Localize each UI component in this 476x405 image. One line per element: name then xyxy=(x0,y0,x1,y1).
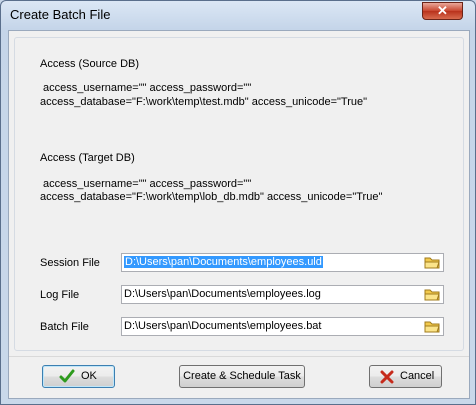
title-bar[interactable]: Create Batch File ✕ xyxy=(1,1,475,29)
source-db-heading: Access (Source DB) xyxy=(40,58,140,70)
session-file-value: D:\Users\pan\Documents\employees.uld xyxy=(124,256,323,268)
button-separator xyxy=(9,356,469,357)
close-icon: ✕ xyxy=(437,3,448,18)
source-db-credentials: access_username="" access_password="" xyxy=(43,82,252,94)
dialog-window: Create Batch File ✕ Access (Source DB) a… xyxy=(0,0,476,405)
dialog-body: Access (Source DB) access_username="" ac… xyxy=(8,30,470,399)
log-file-input[interactable]: D:\Users\pan\Documents\employees.log xyxy=(121,285,444,304)
log-file-value: D:\Users\pan\Documents\employees.log xyxy=(124,288,321,300)
source-db-connection: access_database="F:\work\temp\test.mdb" … xyxy=(40,96,368,108)
ok-button-label: OK xyxy=(81,370,97,382)
close-button[interactable]: ✕ xyxy=(422,2,463,20)
session-file-browse-button[interactable] xyxy=(421,254,443,271)
cancel-button-label: Cancel xyxy=(400,370,435,382)
batch-file-value: D:\Users\pan\Documents\employees.bat xyxy=(124,320,322,332)
log-file-browse-button[interactable] xyxy=(421,286,443,303)
batch-file-label: Batch File xyxy=(40,321,89,333)
target-db-credentials: access_username="" access_password="" xyxy=(43,178,252,190)
batch-file-input[interactable]: D:\Users\pan\Documents\employees.bat xyxy=(121,317,444,336)
session-file-input[interactable]: D:\Users\pan\Documents\employees.uld xyxy=(121,253,444,272)
cancel-button[interactable]: Cancel xyxy=(369,365,442,388)
create-schedule-task-label: Create & Schedule Task xyxy=(183,370,301,382)
target-db-heading: Access (Target DB) xyxy=(40,152,135,164)
create-schedule-task-button[interactable]: Create & Schedule Task xyxy=(179,365,305,388)
window-title: Create Batch File xyxy=(10,7,111,22)
folder-icon xyxy=(424,321,440,333)
session-file-label: Session File xyxy=(40,257,100,269)
batch-file-browse-button[interactable] xyxy=(421,318,443,335)
cancel-x-icon xyxy=(380,370,394,384)
checkmark-icon xyxy=(59,369,75,383)
target-db-connection: access_database="F:\work\temp\lob_db.mdb… xyxy=(40,191,383,203)
folder-icon xyxy=(424,257,440,269)
ok-button[interactable]: OK xyxy=(42,365,115,388)
log-file-label: Log File xyxy=(40,289,80,301)
folder-icon xyxy=(424,289,440,301)
